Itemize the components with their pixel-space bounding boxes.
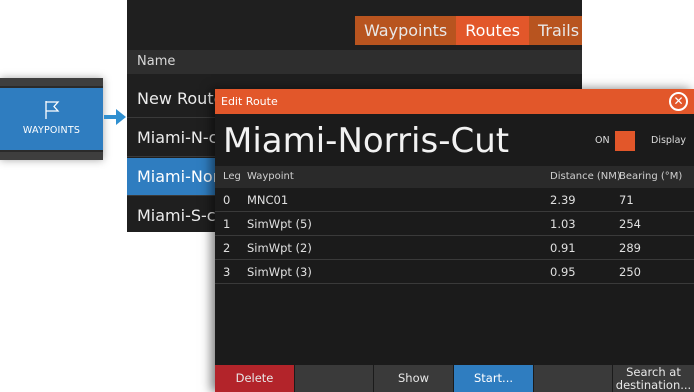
tab-trails[interactable]: Trails <box>529 16 582 45</box>
distance-cell: 1.03 <box>550 217 576 231</box>
leg-cell: 0 <box>223 193 231 207</box>
flag-icon <box>45 101 60 119</box>
tab-bar: Waypoints Routes Trails <box>355 16 582 45</box>
bearing-cell: 289 <box>619 241 641 255</box>
table-row[interactable]: 1 SimWpt (5) 1.03 254 <box>215 213 694 236</box>
waypoint-cell: MNC01 <box>247 193 289 207</box>
dialog-title: Edit Route <box>221 95 278 108</box>
display-toggle[interactable] <box>615 131 635 151</box>
table-row[interactable]: 0 MNC01 2.39 71 <box>215 189 694 212</box>
edit-route-dialog: Edit Route ✕ Miami-Norris-Cut ON Display… <box>215 89 694 392</box>
waypoints-label: WAYPOINTS <box>22 125 81 136</box>
distance-cell: 0.91 <box>550 241 576 255</box>
col-distance: Distance (NM) <box>550 171 621 182</box>
waypoint-cell: SimWpt (3) <box>247 265 312 279</box>
arrow-right-icon <box>104 109 126 125</box>
dialog-footer: Delete Show Start... Search at destinati… <box>215 365 694 392</box>
distance-cell: 2.39 <box>550 193 576 207</box>
display-toggle-group: ON Display <box>585 127 687 155</box>
waypoint-cell: SimWpt (5) <box>247 217 312 231</box>
tab-routes[interactable]: Routes <box>456 16 529 45</box>
legs-table-header: Leg Waypoint Distance (NM) Bearing (°M) <box>215 166 694 188</box>
on-label: ON <box>595 135 610 146</box>
table-row[interactable]: 3 SimWpt (3) 0.95 250 <box>215 261 694 284</box>
col-bearing: Bearing (°M) <box>619 171 683 182</box>
bearing-cell: 250 <box>619 265 641 279</box>
waypoints-tile: WAYPOINTS <box>0 78 103 160</box>
delete-button[interactable]: Delete <box>215 365 295 392</box>
leg-cell: 2 <box>223 241 231 255</box>
footer-blank-button <box>534 365 613 392</box>
leg-cell: 1 <box>223 217 231 231</box>
name-column-header[interactable]: Name <box>127 50 582 74</box>
search-at-destination-button[interactable]: Search at destination... <box>613 365 694 392</box>
bearing-cell: 254 <box>619 217 641 231</box>
leg-cell: 3 <box>223 265 231 279</box>
table-row[interactable]: 2 SimWpt (2) 0.91 289 <box>215 237 694 260</box>
col-waypoint: Waypoint <box>247 171 294 182</box>
start-button[interactable]: Start... <box>454 365 534 392</box>
waypoints-button[interactable]: WAYPOINTS <box>0 88 103 150</box>
tile-stripe-bottom <box>0 152 103 160</box>
footer-blank-button <box>295 365 374 392</box>
tab-waypoints[interactable]: Waypoints <box>355 16 457 45</box>
tile-stripe-top <box>0 78 103 86</box>
bearing-cell: 71 <box>619 193 634 207</box>
show-button[interactable]: Show <box>374 365 454 392</box>
waypoint-cell: SimWpt (2) <box>247 241 312 255</box>
col-leg: Leg <box>223 171 241 182</box>
display-label: Display <box>651 135 687 146</box>
close-icon[interactable]: ✕ <box>669 92 688 111</box>
distance-cell: 0.95 <box>550 265 576 279</box>
route-name-field[interactable]: Miami-Norris-Cut <box>223 119 509 163</box>
dialog-title-bar: Edit Route ✕ <box>215 89 694 114</box>
